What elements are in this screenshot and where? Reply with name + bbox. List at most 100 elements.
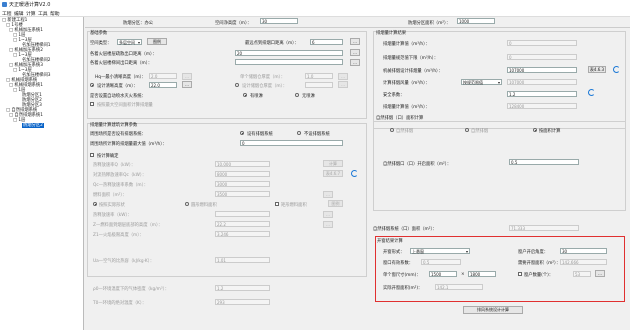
zone-label: 防烟分区：办公 <box>123 21 154 26</box>
menu-tools[interactable]: 工具 <box>38 10 48 17</box>
sprinkler-note-checkbox[interactable] <box>90 102 94 106</box>
actual-area-label: 实际开窗面积(m²)： <box>383 286 423 291</box>
q1-no-radio[interactable] <box>297 131 301 135</box>
shape-figure-button[interactable]: 图例 <box>328 200 343 207</box>
calc-checkbox[interactable] <box>90 153 94 157</box>
g2-input[interactable]: 1.2 <box>215 285 270 291</box>
table-button[interactable]: 表4.6.7 <box>323 170 343 177</box>
shape-radio-b[interactable] <box>185 202 189 206</box>
menu-help[interactable]: 帮助 <box>50 10 60 17</box>
actual-area-input[interactable]: 142.1 <box>435 284 483 290</box>
design-calc-button[interactable]: 排风系统设计计算 <box>463 306 523 314</box>
sprinkler-yes-radio[interactable] <box>243 93 247 97</box>
window-count-more-button[interactable]: ... <box>595 270 605 277</box>
menu-edit[interactable]: 编辑 <box>14 10 24 17</box>
refresh-icon[interactable] <box>351 170 358 177</box>
r4-select[interactable]: 按规范限值 <box>461 79 502 85</box>
r2-input[interactable]: 0 <box>507 54 577 60</box>
window-count-checkbox[interactable] <box>518 272 522 276</box>
r4-label: 计算排烟风量（m³/h）： <box>383 81 430 86</box>
title-bar: 天正暖通计算V2.0 <box>0 0 630 9</box>
menu-file[interactable]: 工程 <box>2 10 12 17</box>
g3-input[interactable]: 293 <box>215 299 270 305</box>
dist-label: 最远点到排烟口距离（m）： <box>245 41 299 46</box>
field3-input[interactable]: 3000 <box>215 181 270 187</box>
hq-more-button[interactable]: ... <box>182 73 192 80</box>
shape-radio-a[interactable] <box>93 202 97 206</box>
nat-c-label: 按面积计算 <box>539 129 561 134</box>
design-height-input[interactable]: 22.0 <box>149 82 177 88</box>
r6-input[interactable]: 128400 <box>507 103 577 109</box>
f6-more-button[interactable]: ... <box>323 221 333 228</box>
nat-b-radio[interactable] <box>465 128 469 132</box>
fire-area-input[interactable]: 1000 <box>457 18 495 24</box>
vent-input[interactable]: 71.333 <box>509 225 579 231</box>
g1-label: Ua—空气的比热容（kJ/kg·K）： <box>93 259 155 264</box>
dist-more-button[interactable]: ... <box>350 38 360 45</box>
f7-input[interactable]: 3.246 <box>215 231 270 237</box>
design-height-more-button[interactable]: ... <box>182 81 192 88</box>
hq-input[interactable]: 2.0 <box>149 73 177 79</box>
single-more-button[interactable]: ... <box>338 73 348 80</box>
row2-more-button[interactable]: ... <box>350 49 360 56</box>
divider <box>85 27 630 28</box>
sprinkler-no-radio[interactable] <box>295 93 299 97</box>
nat-a-radio[interactable] <box>390 128 394 132</box>
menu-calc[interactable]: 计算 <box>26 10 36 17</box>
field4-label: 燃料面积（m²）： <box>93 193 127 198</box>
design-thk-label: 设计储烟仓厚度（m）： <box>242 84 288 89</box>
field2-input[interactable]: 8000 <box>215 171 270 177</box>
row2-input[interactable]: 20 <box>235 50 343 56</box>
check-button[interactable]: 计算 <box>323 160 343 167</box>
size-width-input[interactable]: 1500 <box>429 271 457 277</box>
g1-input[interactable]: 1.01 <box>215 257 270 263</box>
field4-input[interactable]: 3500 <box>215 191 270 197</box>
r1-input[interactable]: 0 <box>507 40 577 46</box>
refresh-icon[interactable] <box>588 89 595 96</box>
window-type-select[interactable]: 上悬窗 <box>410 248 470 254</box>
g2-label: ρ0—环境温度下的气体密度（kg/m³）： <box>93 287 170 292</box>
q1-label: 周围场所是否设有排烟系统： <box>90 132 146 137</box>
shape-checkbox-c[interactable] <box>275 202 279 206</box>
design-height-radio[interactable] <box>90 83 94 87</box>
r2-label: 排烟量规范值下限（m³/h）： <box>383 56 439 61</box>
field4-more-button[interactable]: ... <box>323 191 333 198</box>
f5-input[interactable] <box>215 211 270 217</box>
fire-area-label: 防烟分区面积（m²）： <box>408 21 451 26</box>
f6-input[interactable]: 22.2 <box>215 221 270 227</box>
dist-input[interactable]: 6 <box>310 39 343 45</box>
field1-input[interactable]: 10,000 <box>215 161 270 167</box>
eff-input[interactable]: 0.5 <box>421 259 461 265</box>
r5-input[interactable]: 1.2 <box>507 91 577 97</box>
hq-label: Hq—最小清晰高度（m）： <box>95 75 146 80</box>
calc-checkbox-label: 按计算确定 <box>97 154 119 159</box>
space-type-select[interactable]: 多层空间 <box>117 39 142 45</box>
nat-c-radio[interactable] <box>533 128 537 132</box>
app-icon <box>2 2 7 7</box>
window-count-input[interactable]: 53 <box>573 271 591 277</box>
nat-input[interactable]: 0.5 <box>509 159 579 165</box>
design-thk-input[interactable] <box>305 82 333 88</box>
need-area-input[interactable]: 142.666 <box>560 259 607 265</box>
q2-input[interactable]: 0 <box>240 140 343 146</box>
size-height-input[interactable]: 1800 <box>468 271 496 277</box>
q1-yes-radio[interactable] <box>240 131 244 135</box>
row3-input[interactable] <box>235 59 343 65</box>
design-thk-more-button[interactable]: ... <box>338 81 348 88</box>
f5-more-button[interactable]: ... <box>323 211 333 218</box>
space-type-label: 空间类型： <box>90 41 112 46</box>
row3-more-button[interactable]: ... <box>350 59 360 66</box>
sprinkler-note: 按照最大空间面积计算排烟量 <box>97 103 153 108</box>
single-input[interactable]: 1.0 <box>305 73 333 79</box>
tree-item-selected[interactable]: 防烟分区2 <box>22 123 44 128</box>
r4-input[interactable]: 107000 <box>507 79 577 85</box>
figure-button[interactable]: 图例 <box>147 38 167 45</box>
design-thk-radio[interactable] <box>235 83 239 87</box>
f6-label: Z—燃料面到烟层底部的高度（m）： <box>93 223 163 228</box>
window-angle-input[interactable]: 30 <box>560 248 607 254</box>
r3-table-button[interactable]: 表4.6.3 <box>588 66 606 73</box>
r3-input[interactable]: 107000 <box>507 67 577 73</box>
height-input[interactable]: 30 <box>260 18 298 24</box>
basic-title: 基础参数 <box>90 31 108 36</box>
refresh-icon[interactable] <box>613 66 620 73</box>
